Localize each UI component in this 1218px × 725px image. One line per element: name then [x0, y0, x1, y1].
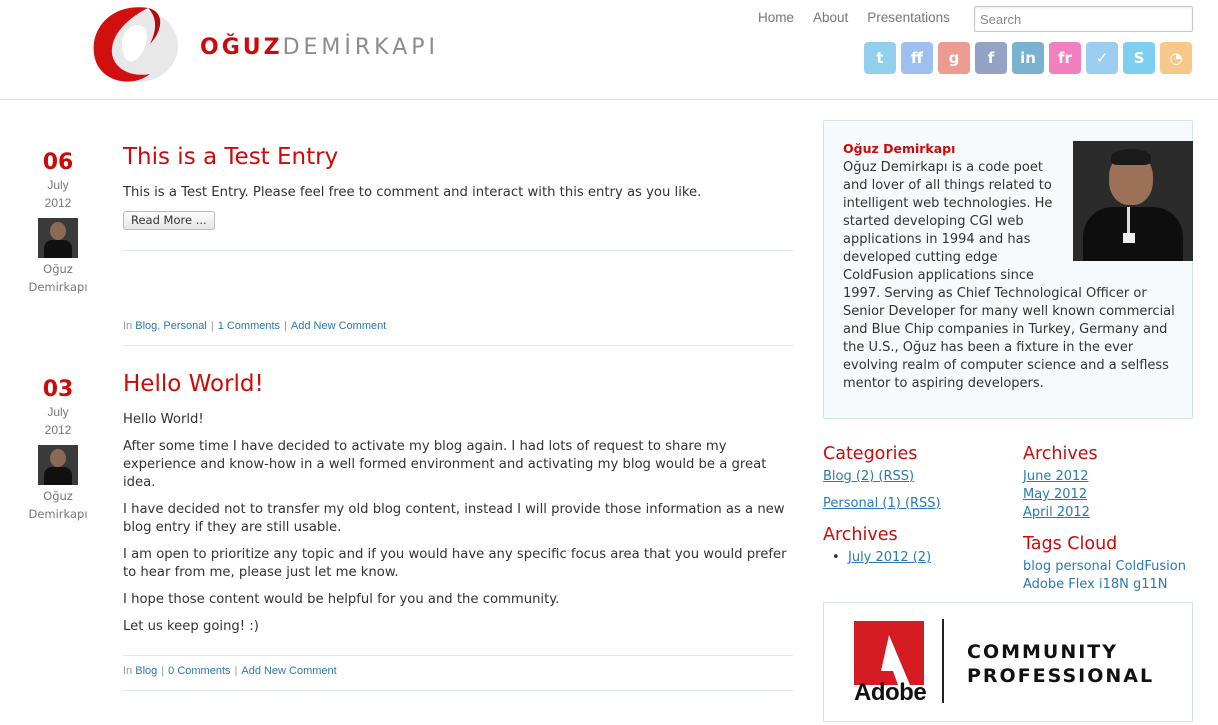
post-body: This is a Test Entry. Please feel free t… — [123, 184, 795, 230]
category-blog-link[interactable]: Blog (2) (RSS) — [823, 468, 914, 486]
nav-about-link[interactable]: About — [813, 9, 848, 29]
author-last-name: Demirkapı — [28, 280, 88, 294]
archives-heading-2: Archives — [1023, 444, 1098, 464]
friendfeed-icon[interactable]: ff — [901, 42, 933, 74]
badge-line-1: COMMUNITY — [967, 641, 1119, 663]
rss-icon[interactable]: ◔ — [1160, 42, 1192, 74]
badge-line-2: PROFESSIONAL — [967, 665, 1155, 687]
post-title[interactable]: Hello World! — [123, 370, 264, 398]
tag-cloud-line-2: Adobe Flex i18N g11N — [1023, 576, 1168, 594]
meta-in-label: In — [123, 665, 133, 677]
search-input[interactable] — [974, 6, 1193, 32]
post-paragraph: Hello World! — [123, 412, 204, 427]
add-comment-link[interactable]: Add New Comment — [291, 320, 386, 332]
category-personal-link[interactable]: Personal (1) (RSS) — [823, 495, 941, 513]
tag-link[interactable]: i18N — [1099, 577, 1129, 592]
social-links: t ff g f in fr ✓ S ◔ — [864, 42, 1192, 74]
site-header: OĞUZDEMİRKAPI Home About Presentations t… — [0, 0, 1218, 100]
tag-link[interactable]: ColdFusion — [1116, 559, 1186, 574]
divider — [123, 250, 793, 251]
archive-april-link[interactable]: April 2012 — [1023, 504, 1090, 522]
category-link[interactable]: Personal — [163, 320, 206, 332]
archive-june-link[interactable]: June 2012 — [1023, 468, 1089, 486]
nav-home-link[interactable]: Home — [758, 9, 794, 29]
post-day: 03 — [42, 377, 74, 402]
site-logo-icon[interactable] — [88, 4, 180, 84]
twitter-icon[interactable]: t — [864, 42, 896, 74]
meta-in-label: In — [123, 320, 133, 332]
post-date: 06 July 2012 Oğuz Demirkapı — [20, 150, 96, 296]
archives-heading: Archives — [823, 525, 898, 545]
post-meta: In Blog | 0 Comments | Add New Comment — [123, 665, 337, 677]
tag-link[interactable]: Flex — [1068, 577, 1095, 592]
post-year: 2012 — [44, 423, 72, 437]
divider — [123, 655, 793, 656]
author-first-name: Oğuz — [43, 262, 73, 276]
post-month: July — [47, 178, 69, 192]
author-photo — [1073, 141, 1193, 261]
post-title[interactable]: This is a Test Entry — [123, 143, 338, 171]
post-paragraph: I am open to prioritize any topic and if… — [123, 547, 787, 580]
tag-link[interactable]: blog — [1023, 559, 1051, 574]
tag-cloud-line-1: blog personal ColdFusion — [1023, 558, 1186, 576]
tags-heading: Tags Cloud — [1023, 534, 1118, 554]
skype-icon[interactable]: S — [1123, 42, 1155, 74]
top-nav: Home About Presentations — [758, 9, 969, 29]
about-box: Oğuz Demirkapı Oğuz Demirkapı is a code … — [823, 120, 1193, 419]
adobe-logo-icon — [854, 621, 924, 685]
archive-may-link[interactable]: May 2012 — [1023, 486, 1087, 504]
logo-last-name: DEMİRKAPI — [282, 35, 440, 60]
badge-divider — [942, 619, 944, 703]
about-name: Oğuz Demirkapı — [843, 141, 956, 156]
post-date: 03 July 2012 Oğuz Demirkapı — [20, 377, 96, 523]
adobe-brand-text: Adobe — [854, 679, 927, 706]
post-paragraph: Let us keep going! :) — [123, 619, 259, 634]
post-meta: In Blog, Personal | 1 Comments | Add New Com… — [123, 320, 387, 332]
post-paragraph: I have decided not to transfer my old bl… — [123, 502, 785, 535]
tag-link[interactable]: personal — [1055, 559, 1111, 574]
comments-link[interactable]: 1 Comments — [218, 320, 280, 332]
logo-first-name: OĞUZ — [200, 35, 283, 60]
post-year: 2012 — [44, 196, 72, 210]
author-avatar — [38, 445, 78, 485]
author-last-name: Demirkapı — [28, 507, 88, 521]
post-paragraph: I hope those content would be helpful fo… — [123, 592, 560, 607]
category-link[interactable]: Blog — [135, 665, 157, 677]
post-paragraph: This is a Test Entry. Please feel free t… — [123, 185, 702, 200]
divider — [123, 345, 793, 346]
archive-july-link[interactable]: July 2012 (2) — [848, 549, 931, 567]
post-month: July — [47, 405, 69, 419]
facebook-icon[interactable]: f — [975, 42, 1007, 74]
nav-presentations-link[interactable]: Presentations — [867, 9, 950, 29]
foursquare-icon[interactable]: ✓ — [1086, 42, 1118, 74]
categories-heading: Categories — [823, 444, 918, 464]
post-day: 06 — [42, 150, 74, 175]
linkedin-icon[interactable]: in — [1012, 42, 1044, 74]
bullet-icon: • — [832, 550, 840, 565]
author-avatar — [38, 218, 78, 258]
add-comment-link[interactable]: Add New Comment — [241, 665, 336, 677]
tag-link[interactable]: g11N — [1133, 577, 1168, 592]
site-logo-text[interactable]: OĞUZDEMİRKAPI — [200, 33, 439, 63]
comments-link[interactable]: 0 Comments — [168, 665, 230, 677]
divider — [123, 690, 793, 691]
author-first-name: Oğuz — [43, 489, 73, 503]
google-icon[interactable]: g — [938, 42, 970, 74]
post-body: Hello World! After some time I have deci… — [123, 411, 795, 645]
adobe-community-badge[interactable]: Adobe COMMUNITY PROFESSIONAL — [823, 602, 1193, 722]
about-text-wrap: Oğuz Demirkapı is a code poet and lover … — [843, 141, 1193, 393]
read-more-button[interactable]: Read More ... — [123, 211, 215, 230]
post-paragraph: After some time I have decided to activa… — [123, 439, 767, 490]
friendster-icon[interactable]: fr — [1049, 42, 1081, 74]
tag-link[interactable]: Adobe — [1023, 577, 1064, 592]
category-link[interactable]: Blog — [135, 320, 157, 332]
